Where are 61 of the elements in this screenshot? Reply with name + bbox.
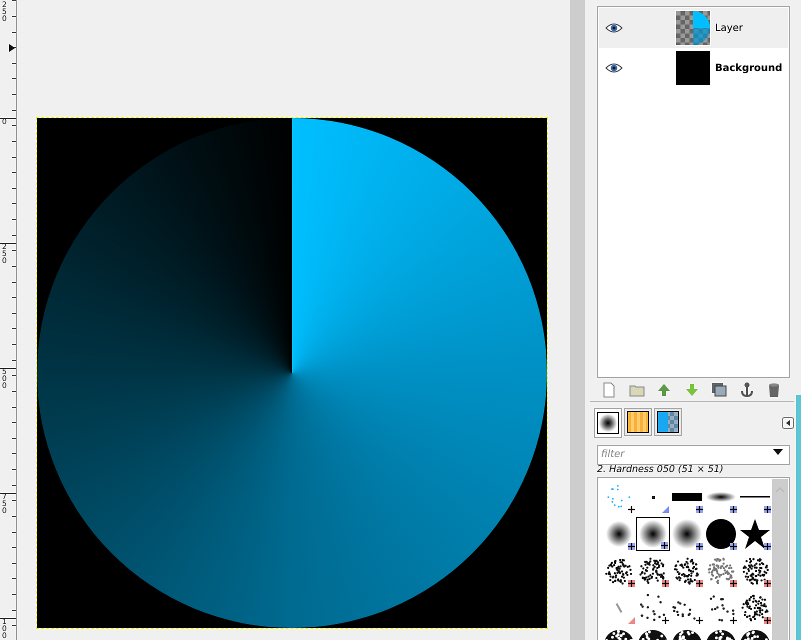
brush-preview-icon xyxy=(639,520,667,548)
dropdown-icon[interactable] xyxy=(773,449,783,455)
brush-preview-icon xyxy=(606,484,632,510)
plus-icon xyxy=(662,580,669,587)
filter-field[interactable]: filter xyxy=(597,444,790,464)
brush-preview-icon xyxy=(741,557,769,585)
anchor-icon[interactable] xyxy=(738,382,754,398)
brush-item[interactable] xyxy=(704,517,738,551)
plus-icon xyxy=(764,506,771,513)
corner-triangle-icon xyxy=(628,617,635,624)
gradient-tab[interactable] xyxy=(624,408,652,436)
brush-preview-icon xyxy=(606,521,632,547)
eye-icon[interactable] xyxy=(605,62,623,74)
plus-icon xyxy=(662,617,669,624)
plus-icon xyxy=(628,580,635,587)
brush-tab[interactable] xyxy=(594,408,622,438)
scrollbar[interactable] xyxy=(772,479,788,640)
plus-icon xyxy=(628,506,635,513)
brush-preview-icon xyxy=(706,492,736,502)
brush-preview-icon xyxy=(652,496,654,498)
plus-icon xyxy=(730,617,737,624)
layer-row[interactable]: Background xyxy=(599,48,788,88)
layer-row[interactable]: Layer xyxy=(599,8,788,48)
trash-icon[interactable] xyxy=(766,382,782,398)
pointer-marker-icon xyxy=(9,44,15,52)
brush-preview-icon xyxy=(639,557,667,585)
image-canvas[interactable] xyxy=(37,118,547,628)
plus-icon xyxy=(764,543,771,550)
brush-preview-icon xyxy=(672,519,702,549)
brush-preview-icon xyxy=(741,594,769,622)
brush-preview-icon xyxy=(673,557,701,585)
plus-icon xyxy=(696,543,703,550)
brush-preview-icon xyxy=(638,593,668,623)
plus-icon xyxy=(696,506,703,513)
plus-icon xyxy=(764,617,771,624)
plus-icon xyxy=(730,543,737,550)
plus-icon xyxy=(628,543,635,550)
tab-menu-icon[interactable] xyxy=(782,417,794,429)
plus-icon xyxy=(696,617,703,624)
layer-name: Background xyxy=(715,62,782,74)
brush-preview-icon xyxy=(740,519,770,549)
brush-item[interactable] xyxy=(636,517,670,551)
plus-icon xyxy=(696,580,703,587)
new-layer-icon[interactable] xyxy=(601,382,617,398)
pattern-tab[interactable] xyxy=(654,408,682,436)
duplicate-icon[interactable] xyxy=(711,382,727,398)
brush-preview-icon xyxy=(672,493,702,501)
brush-item[interactable] xyxy=(738,517,772,551)
eye-icon[interactable] xyxy=(605,22,623,34)
brush-name: 2. Hardness 050 (51 × 51) xyxy=(597,464,725,475)
brush-preview-icon xyxy=(707,557,735,585)
plus-icon xyxy=(730,580,737,587)
brush-item[interactable] xyxy=(670,517,704,551)
plus-icon xyxy=(661,542,668,549)
brush-preview-icon xyxy=(605,557,633,585)
corner-triangle-icon xyxy=(662,506,669,513)
raise-arrow-icon[interactable] xyxy=(656,382,672,398)
brush-preview-icon xyxy=(706,519,736,549)
plus-icon xyxy=(764,580,771,587)
plus-icon xyxy=(730,506,737,513)
layer-name: Layer xyxy=(715,22,743,34)
